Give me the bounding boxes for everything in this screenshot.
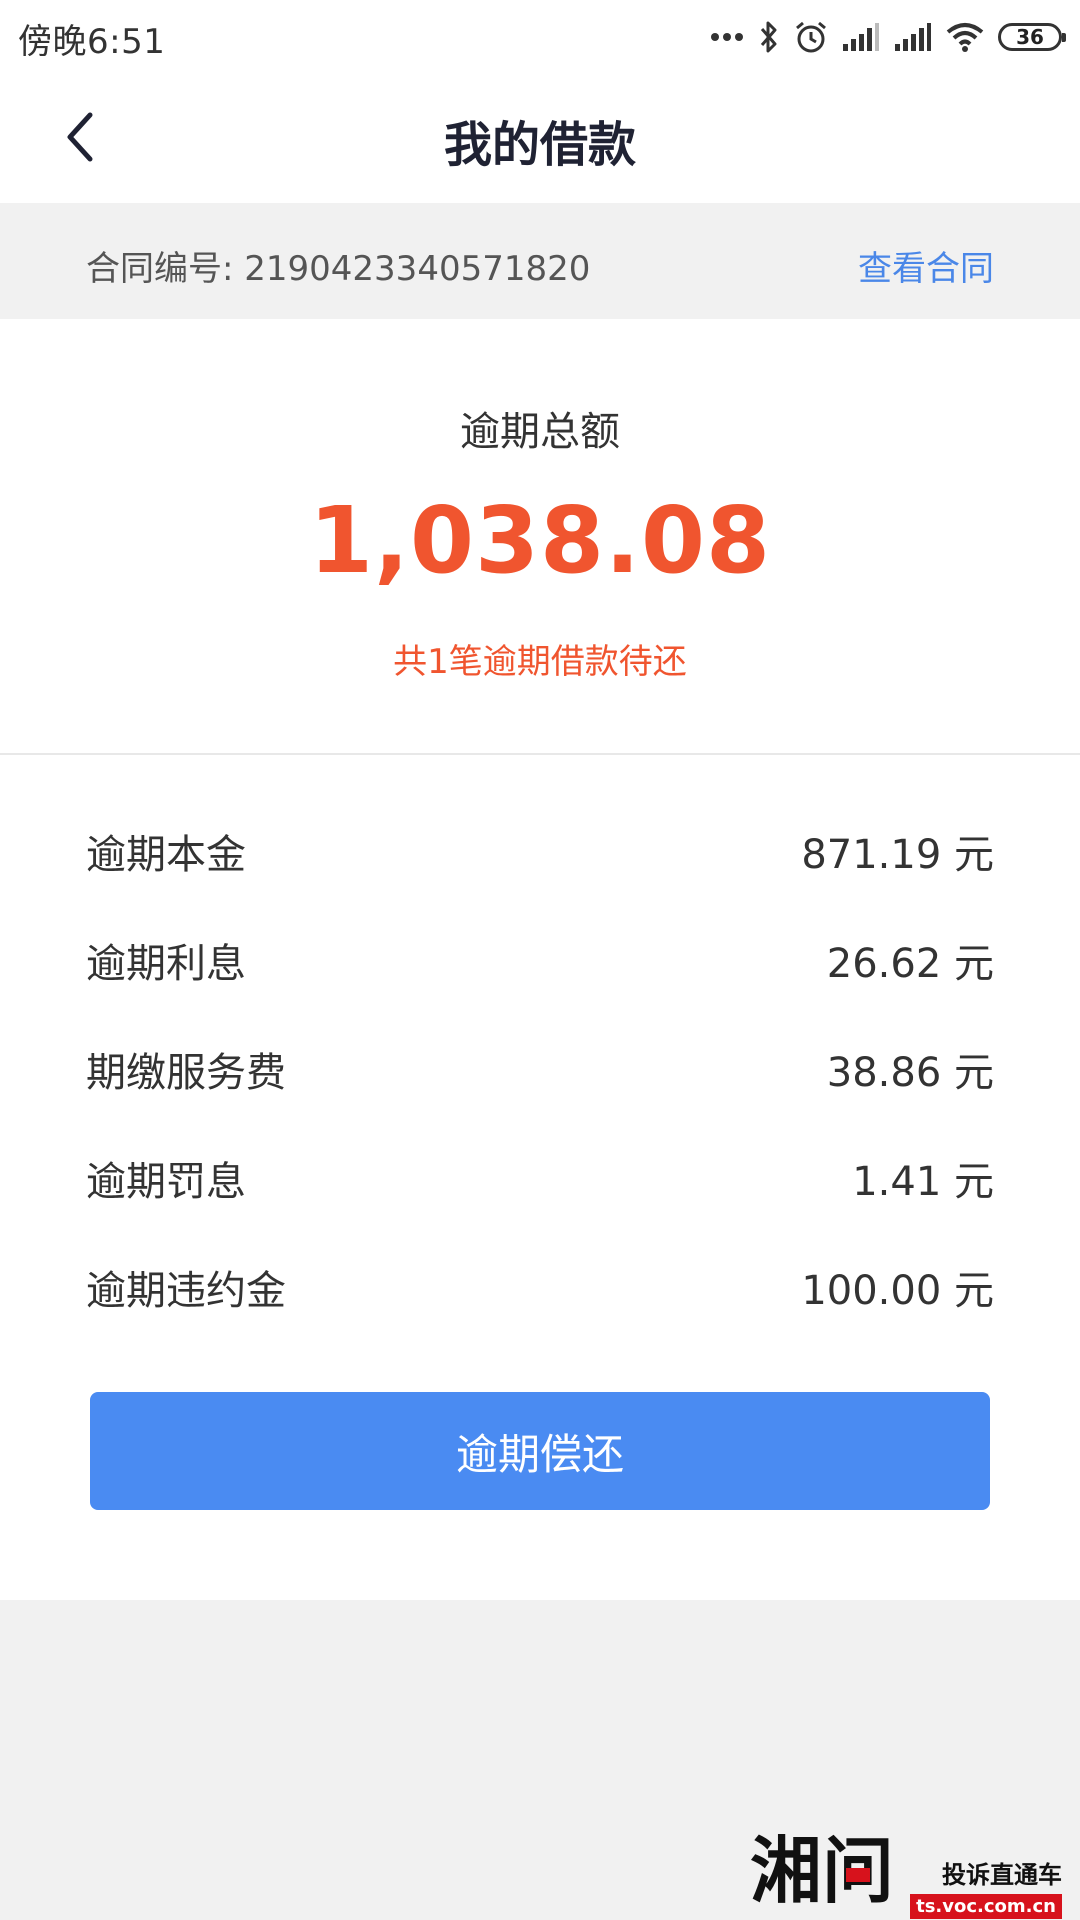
breakdown-row-penalty-interest: 逾期罚息 1.41 元 (86, 1148, 994, 1208)
breakdown-value: 26.62 元 (826, 941, 994, 987)
status-time: 傍晚6:51 (18, 22, 166, 62)
breakdown-row-interest: 逾期利息 26.62 元 (86, 930, 994, 990)
overdue-summary: 逾期总额 1,038.08 共1笔逾期借款待还 (0, 319, 1080, 755)
svg-text:湘: 湘 (750, 1829, 822, 1908)
battery-level: 36 (1016, 25, 1044, 49)
overdue-count-text: 共1笔逾期借款待还 (393, 642, 687, 682)
more-dots-icon (710, 32, 744, 42)
battery-icon: 36 (998, 23, 1066, 51)
app-header: 我的借款 (0, 75, 1080, 203)
breakdown-row-principal: 逾期本金 871.19 元 (86, 821, 994, 881)
breakdown-value: 38.86 元 (826, 1050, 994, 1096)
breakdown-value: 100.00 元 (801, 1268, 994, 1314)
signal-icon (842, 22, 880, 52)
watermark-logo: 湘 问 (750, 1828, 900, 1919)
watermark: 湘 问 投诉直通车 ts.voc.com.cn (750, 1828, 1062, 1919)
view-contract-link[interactable]: 查看合同 (858, 241, 994, 290)
bluetooth-icon (758, 20, 780, 54)
signal-icon (894, 22, 932, 52)
overdue-total-label: 逾期总额 (460, 409, 620, 455)
breakdown-row-service-fee: 期缴服务费 38.86 元 (86, 1039, 994, 1099)
status-icons: 36 (710, 14, 1066, 60)
alarm-icon (794, 20, 828, 54)
breakdown-value: 1.41 元 (852, 1159, 994, 1205)
overdue-repay-button[interactable]: 逾期偿还 (90, 1392, 990, 1510)
overdue-total-amount: 1,038.08 (309, 487, 771, 594)
contract-number: 合同编号: 2190423340571820 (86, 249, 591, 289)
overdue-breakdown: 逾期本金 871.19 元 逾期利息 26.62 元 期缴服务费 38.86 元… (0, 755, 1080, 1600)
watermark-text: 投诉直通车 ts.voc.com.cn (910, 1855, 1062, 1919)
watermark-logo-mark: 湘 问 (750, 1829, 894, 1913)
watermark-url: ts.voc.com.cn (910, 1894, 1062, 1919)
breakdown-row-liquidated-damages: 逾期违约金 100.00 元 (86, 1257, 994, 1317)
breakdown-label: 逾期违约金 (86, 1268, 286, 1314)
breakdown-label: 期缴服务费 (86, 1050, 286, 1096)
wifi-icon (946, 22, 984, 52)
breakdown-label: 逾期本金 (86, 832, 246, 878)
page-title: 我的借款 (443, 117, 636, 173)
breakdown-label: 逾期利息 (86, 941, 246, 987)
watermark-title: 投诉直通车 (942, 1861, 1062, 1889)
breakdown-value: 871.19 元 (801, 832, 994, 878)
breakdown-label: 逾期罚息 (86, 1159, 246, 1205)
status-bar: 傍晚6:51 36 (0, 0, 1080, 75)
contract-bar: 合同编号: 2190423340571820 查看合同 (0, 203, 1080, 319)
